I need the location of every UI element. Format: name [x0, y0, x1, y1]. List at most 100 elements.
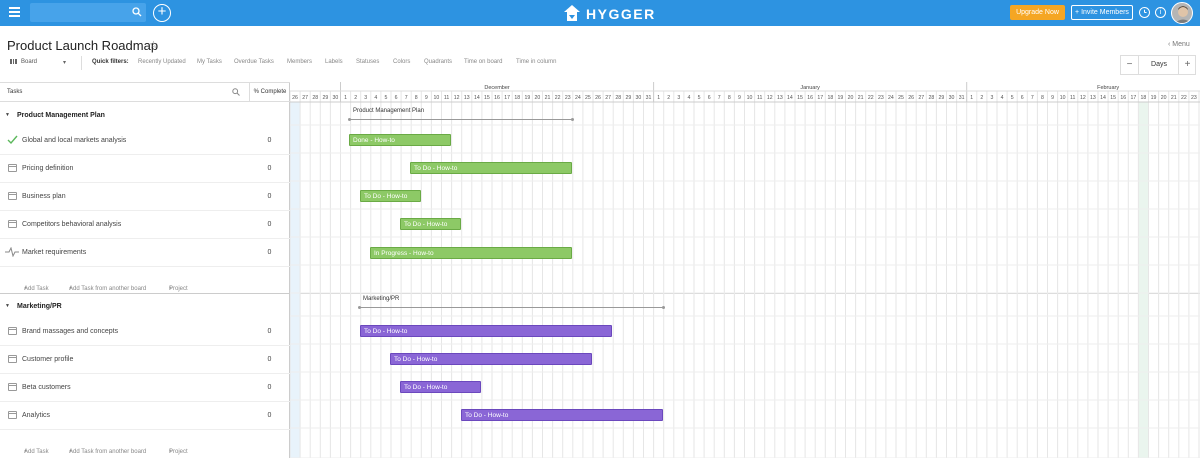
- card-icon: [8, 411, 17, 419]
- task-bar[interactable]: To Do - How-to: [400, 218, 461, 230]
- task-name: Analytics: [22, 412, 51, 419]
- add-task-label: Add Task: [24, 449, 49, 455]
- board-label: Board: [21, 59, 38, 66]
- card-icon: [8, 192, 17, 200]
- task-name: Global and local markets analysis: [22, 137, 127, 144]
- menu-button[interactable]: ‹ Menu: [1168, 41, 1190, 48]
- summary-label: Product Management Plan: [353, 108, 425, 114]
- task-percent: 0: [267, 249, 272, 256]
- filter-statuses[interactable]: Statuses: [356, 59, 379, 65]
- percent-complete-header: % Complete: [249, 83, 290, 102]
- card-icon: [8, 355, 17, 363]
- caret-down-icon[interactable]: ▼: [5, 112, 10, 118]
- task-row[interactable]: Beta customers 0: [0, 374, 290, 402]
- task-name: Beta customers: [22, 384, 71, 391]
- avatar[interactable]: [1171, 2, 1193, 24]
- task-row[interactable]: Market requirements 0: [0, 239, 290, 267]
- task-row[interactable]: Pricing definition 0: [0, 155, 290, 183]
- zoom-out-button[interactable]: −: [1121, 56, 1139, 74]
- add-actions: + Add Task + Add Task from another board…: [0, 431, 290, 455]
- task-bar[interactable]: To Do - How-to: [461, 409, 663, 421]
- task-percent: 0: [267, 356, 272, 363]
- board-icon: [10, 59, 17, 64]
- task-bar[interactable]: To Do - How-to: [400, 381, 481, 393]
- task-name: Brand massages and concepts: [22, 328, 119, 335]
- zoom-in-button[interactable]: +: [1178, 56, 1196, 74]
- task-row[interactable]: Customer profile 0: [0, 346, 290, 374]
- task-row[interactable]: Competitors behavioral analysis 0: [0, 211, 290, 239]
- card-icon: [8, 164, 17, 172]
- info-icon[interactable]: i: [1155, 7, 1166, 18]
- add-task-label: Add Task: [24, 286, 49, 292]
- search-icon: [132, 7, 142, 17]
- add-project-label: Project: [169, 449, 188, 455]
- summary-label: Marketing/PR: [363, 296, 400, 302]
- clock-icon[interactable]: [1139, 7, 1150, 18]
- filter-time-in-column[interactable]: Time in column: [516, 59, 556, 65]
- task-percent: 0: [267, 193, 272, 200]
- filter-overdue-tasks[interactable]: Overdue Tasks: [234, 59, 274, 65]
- task-percent: 0: [267, 165, 272, 172]
- tasks-column-header: Tasks: [7, 89, 23, 95]
- add-project-label: Project: [169, 286, 188, 292]
- task-name: Pricing definition: [22, 165, 74, 172]
- zoom-level: Days: [1151, 61, 1167, 68]
- task-bar[interactable]: To Do - How-to: [360, 325, 612, 337]
- task-bar[interactable]: To Do - How-to: [360, 190, 421, 202]
- task-percent: 0: [267, 137, 272, 144]
- quick-filters-label: Quick filters:: [92, 59, 129, 65]
- check-icon: [7, 135, 18, 145]
- filter-quadrants[interactable]: Quadrants: [424, 59, 452, 65]
- add-icon[interactable]: +: [153, 4, 171, 22]
- filter-my-tasks[interactable]: My Tasks: [197, 59, 222, 65]
- board-view-select[interactable]: Board: [10, 59, 37, 65]
- filter-recently-updated[interactable]: Recently Updated: [138, 59, 186, 65]
- task-row[interactable]: Global and local markets analysis 0: [0, 127, 290, 155]
- add-from-board-label: Add Task from another board: [69, 286, 147, 292]
- task-list-header: Tasks % Complete: [0, 82, 290, 102]
- add-from-board-label: Add Task from another board: [69, 449, 147, 455]
- task-row[interactable]: Analytics 0: [0, 402, 290, 430]
- task-percent: 0: [267, 328, 272, 335]
- card-icon: [8, 220, 17, 228]
- task-percent: 0: [267, 384, 272, 391]
- task-name: Market requirements: [22, 249, 87, 256]
- search-input[interactable]: [30, 3, 146, 22]
- task-name: Business plan: [22, 193, 66, 200]
- hamburger-menu-icon[interactable]: [9, 7, 20, 17]
- task-bar[interactable]: In Progress - How-to: [370, 247, 572, 259]
- filter-colors[interactable]: Colors: [393, 59, 410, 65]
- add-actions: + Add Task + Add Task from another board…: [0, 268, 290, 292]
- task-name: Customer profile: [22, 356, 74, 363]
- toolbar: Board ▾ Quick filters: Recently Updated …: [0, 56, 1200, 71]
- menu-label: Menu: [1172, 41, 1190, 48]
- task-percent: 0: [267, 221, 272, 228]
- group-header[interactable]: ▼ Product Management Plan: [0, 104, 290, 126]
- invite-members-button[interactable]: + Invite Members: [1071, 5, 1133, 20]
- task-row[interactable]: Business plan 0: [0, 183, 290, 211]
- divider: [81, 56, 82, 70]
- task-bar[interactable]: Done - How-to: [349, 134, 451, 146]
- group-header[interactable]: ▼ Marketing/PR: [0, 295, 290, 317]
- filter-labels[interactable]: Labels: [325, 59, 343, 65]
- logo-icon: [564, 5, 580, 21]
- pulse-icon: [5, 247, 19, 257]
- task-name: Competitors behavioral analysis: [22, 221, 122, 228]
- filter-members[interactable]: Members: [287, 59, 312, 65]
- caret-down-icon[interactable]: ▼: [5, 303, 10, 309]
- search-icon[interactable]: [232, 88, 240, 96]
- group-summary-bar[interactable]: Marketing/PR: [358, 296, 665, 309]
- gantt-chart: 26 27 28 29 30 1 2 3 4 5 6 7 8 9 10 11 12 13 14 15 16 17 18 19 2…: [290, 82, 1200, 458]
- group-title: Product Management Plan: [17, 112, 105, 119]
- caret-down-icon[interactable]: ▾: [63, 59, 66, 66]
- task-bar[interactable]: To Do - How-to: [390, 353, 592, 365]
- filter-time-on-board[interactable]: Time on board: [464, 59, 502, 65]
- group-summary-bar[interactable]: Product Management Plan: [348, 108, 574, 121]
- star-icon[interactable]: ☆: [149, 40, 158, 51]
- task-list-panel: Tasks % Complete ▼ Product Management Pl…: [0, 82, 290, 458]
- task-row[interactable]: Brand massages and concepts 0: [0, 318, 290, 346]
- upgrade-button[interactable]: Upgrade Now: [1010, 5, 1065, 20]
- task-bar[interactable]: To Do - How-to: [410, 162, 572, 174]
- gantt-bars: Product Management Plan Done - How-to To…: [290, 82, 1200, 458]
- zoom-control: − Days +: [1120, 55, 1196, 75]
